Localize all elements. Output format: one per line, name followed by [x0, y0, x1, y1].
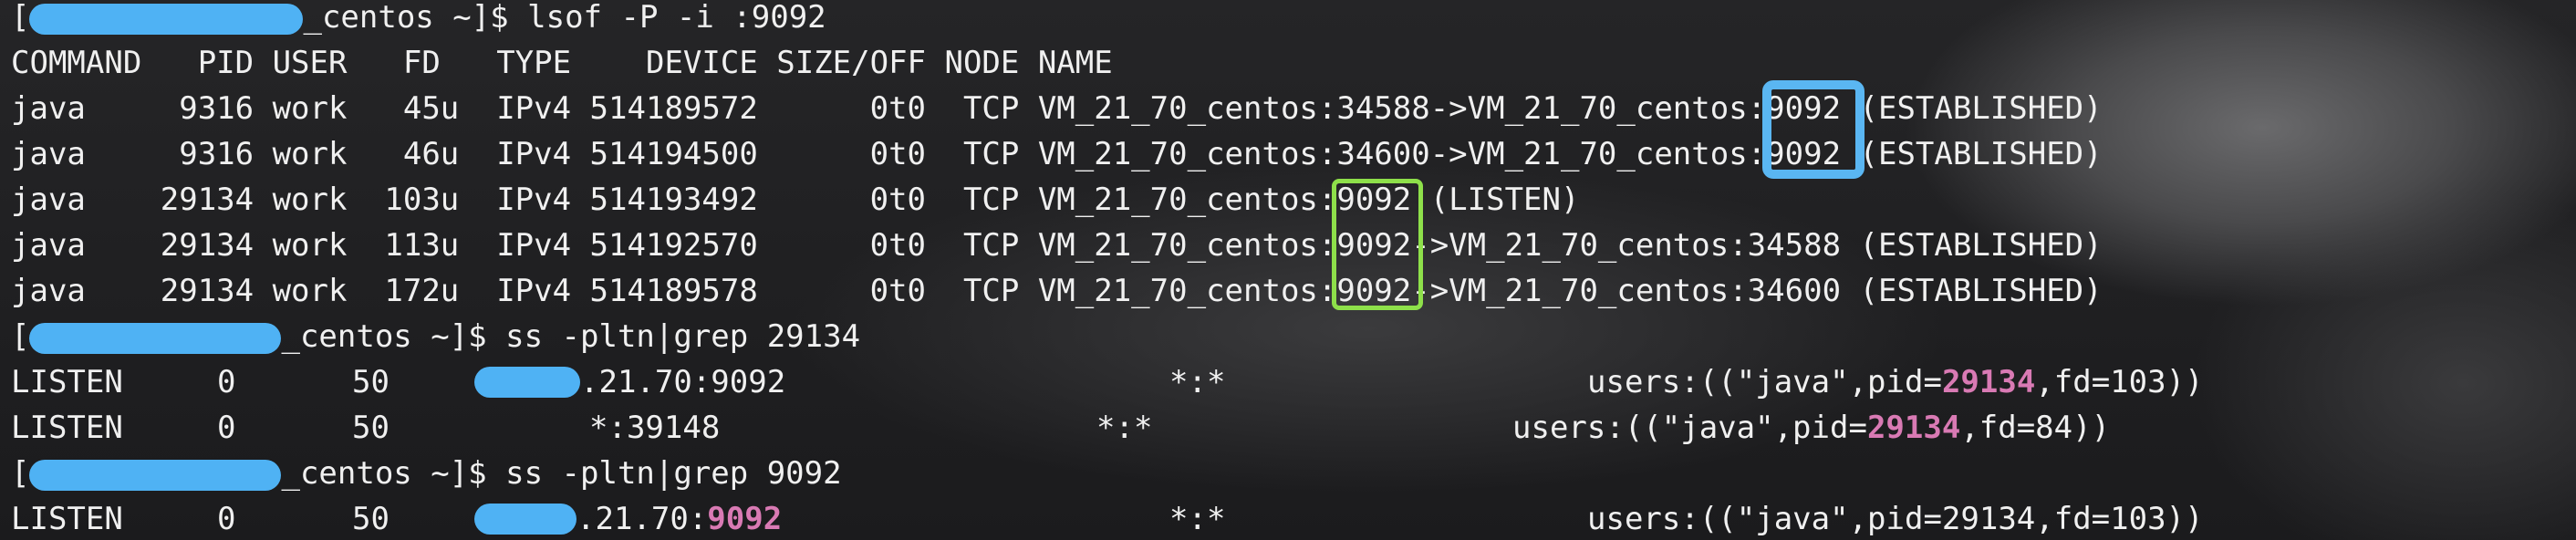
ss-process: users:(("java",pid=29134,fd=84)) [1512, 405, 2110, 451]
lsof-row: java 29134 work 172u IPv4 514189578 0t0 … [11, 273, 2103, 309]
ss-process: users:(("java",pid=29134,fd=103)) [1587, 359, 2204, 405]
ss-users-prefix: users:(("java",pid= [1587, 364, 1942, 400]
ss-users-prefix: users:(("java",pid= [1512, 410, 1867, 446]
prompt-bracket: [ [11, 318, 30, 355]
ss-process: users:(("java",pid=29134,fd=103)) [1587, 501, 2204, 537]
ss-recvq: 0 [217, 364, 236, 400]
prompt-line-lsof: [ _centos ~]$ lsof -P -i :9092 [11, 0, 826, 40]
ss-state: LISTEN [11, 410, 123, 446]
ss-users-suffix: ,fd=103)) [2035, 364, 2204, 400]
command-text: lsof -P -i :9092 [527, 0, 826, 36]
ss-sendq: 50 [352, 364, 390, 400]
redacted-ip [474, 504, 576, 535]
ss-local-address: .21.70:9092 [576, 496, 782, 540]
ss-state: LISTEN [11, 364, 123, 400]
ss-users-suffix: ,fd=84)) [1960, 410, 2111, 446]
redacted-hostname [29, 459, 282, 491]
prompt-suffix: _centos ~]$ [281, 455, 506, 492]
redacted-hostname [29, 3, 304, 35]
prompt-line-ss-port: [ _centos ~]$ ss -pltn|grep 9092 [11, 451, 842, 496]
command-text: ss -pltn|grep 9092 [505, 455, 842, 492]
match-highlight-port: 9092 [707, 501, 783, 537]
match-highlight-pid: 29134 [1866, 410, 1961, 446]
ss-local-address: *:39148 [589, 410, 721, 446]
ss-local-prefix: .21.70: [576, 501, 708, 537]
lsof-header: COMMAND PID USER FD TYPE DEVICE SIZE/OFF… [11, 45, 1113, 81]
redacted-ip [474, 367, 580, 398]
port-highlight-blue [1762, 80, 1864, 179]
redacted-hostname [29, 322, 282, 354]
ss-recvq: 0 [217, 410, 236, 446]
prompt-bracket: [ [11, 0, 30, 36]
ss-peer-address: *:* [1096, 410, 1153, 446]
prompt-suffix: _centos ~]$ [281, 318, 506, 355]
match-highlight-pid: 29134 [1941, 364, 2036, 400]
port-highlight-green [1332, 179, 1423, 310]
ss-peer-address: *:* [1169, 364, 1226, 400]
prompt-suffix: _centos ~]$ [303, 0, 528, 36]
ss-state: LISTEN [11, 501, 123, 537]
prompt-bracket: [ [11, 455, 30, 492]
ss-sendq: 50 [352, 501, 390, 537]
terminal-window[interactable]: [ _centos ~]$ lsof -P -i :9092 COMMAND PI… [0, 0, 2576, 540]
lsof-row: java 29134 work 113u IPv4 514192570 0t0 … [11, 227, 2103, 264]
ss-recvq: 0 [217, 501, 236, 537]
ss-sendq: 50 [352, 410, 390, 446]
command-text: ss -pltn|grep 29134 [505, 318, 861, 355]
ss-peer-address: *:* [1169, 501, 1226, 537]
prompt-line-ss-pid: [ _centos ~]$ ss -pltn|grep 29134 [11, 314, 860, 359]
ss-local-address: .21.70:9092 [580, 364, 786, 400]
